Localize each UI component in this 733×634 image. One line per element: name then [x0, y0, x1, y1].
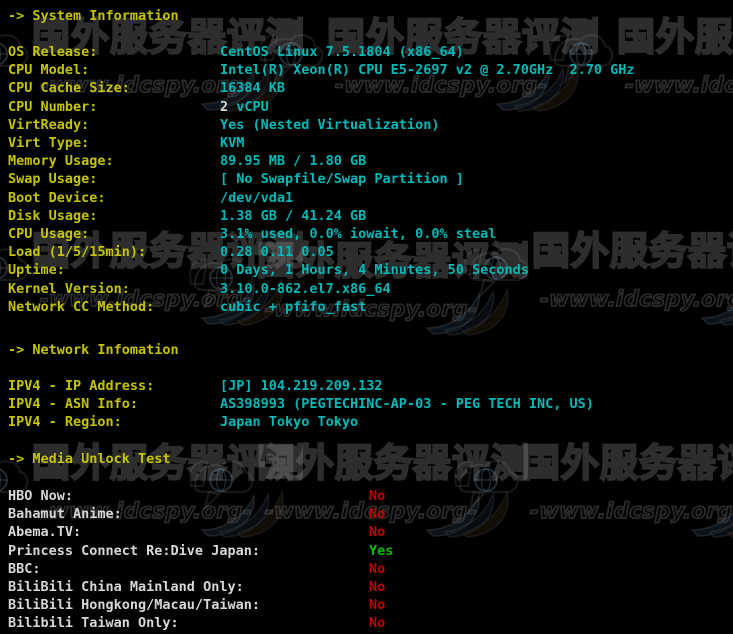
system-row-value: 16384 KB — [220, 80, 286, 97]
network-row-label: IPV4 - ASN Info: — [8, 396, 139, 413]
system-row-value: 0.28 0.11 0.05 — [220, 244, 334, 261]
system-row-value: CentOS Linux 7.5.1804 (x86_64) — [220, 44, 464, 60]
system-row-label: Memory Usage: — [8, 153, 114, 170]
media-row-status: No — [369, 597, 386, 614]
system-row-value: 89.95 MB / 1.80 GB — [220, 153, 367, 170]
system-row-label: Load (1/5/15min): — [8, 244, 147, 261]
section-header-network: -> Network Infomation — [8, 342, 179, 358]
system-row-label: OS Release: — [8, 44, 98, 60]
media-row-status: No — [369, 506, 386, 523]
system-row-label: Virt Type: — [8, 135, 90, 151]
system-row-label: Swap Usage: — [8, 171, 98, 188]
system-row-value: 2 vCPU — [220, 98, 269, 115]
media-row-label: Abema.TV: — [8, 524, 82, 541]
system-row-value: cubic + pfifo_fast — [220, 298, 367, 315]
media-row-label: BiliBili China Mainland Only: — [8, 579, 244, 595]
media-row-label: BBC: — [8, 560, 41, 577]
system-row-label: Disk Usage: — [8, 207, 98, 224]
system-row-label: VirtReady: — [8, 116, 90, 133]
system-row-label: Uptime: — [8, 262, 65, 279]
system-row-value-unit: vCPU — [236, 98, 269, 115]
media-row-status: No — [369, 615, 386, 632]
network-row-value: [JP] 104.219.209.132 — [220, 378, 383, 394]
system-row-label: CPU Model: — [8, 62, 90, 79]
network-row-value: AS398993 (PEGTECHINC-AP-03 - PEG TECH IN… — [220, 396, 594, 413]
media-row-label: HBO Now: — [8, 488, 74, 504]
system-row-label: CPU Cache Size: — [8, 80, 130, 97]
media-row-status: No — [369, 488, 386, 504]
terminal-window[interactable]: 国外服务器评测 -www.idcspy.org- 国外服务器评测 -www.idcsp… — [0, 0, 733, 634]
media-row-status: No — [369, 560, 386, 577]
system-row-label: Network CC Method: — [8, 298, 155, 315]
media-row-status: No — [369, 579, 386, 595]
system-row-value: 3.1% used, 0.0% iowait, 0.0% steal — [220, 226, 497, 242]
terminal-content: -> System Information OS Release: CentOS L… — [0, 0, 733, 634]
system-row-value: Yes (Nested Virtualization) — [220, 116, 440, 133]
network-row-label: IPV4 - IP Address: — [8, 378, 155, 394]
media-row-label: Bilibili Taiwan Only: — [8, 615, 179, 632]
system-row-label: Boot Device: — [8, 189, 106, 206]
system-row-value: 3.10.0-862.el7.x86_64 — [220, 280, 391, 297]
section-header-system: -> System Information — [8, 8, 179, 24]
system-row-label: Kernel Version: — [8, 280, 130, 297]
media-row-label: Princess Connect Re:Dive Japan: — [8, 542, 260, 559]
system-row-value: KVM — [220, 135, 245, 151]
system-row-label: CPU Usage: — [8, 226, 90, 242]
system-row-value: /dev/vda1 — [220, 189, 294, 206]
network-row-value: Japan Tokyo Tokyo — [220, 414, 359, 431]
media-row-status: No — [369, 524, 386, 541]
system-row-value: Intel(R) Xeon(R) CPU E5-2697 v2 @ 2.70GH… — [220, 62, 635, 79]
system-row-value: [ No Swapfile/Swap Partition ] — [220, 171, 464, 188]
media-row-label: BiliBili Hongkong/Macau/Taiwan: — [8, 597, 260, 614]
system-row-label: CPU Number: — [8, 98, 98, 115]
system-row-value: 1.38 GB / 41.24 GB — [220, 207, 367, 224]
system-row-value: 0 Days, 1 Hours, 4 Minutes, 50 Seconds — [220, 262, 529, 279]
network-row-label: IPV4 - Region: — [8, 414, 122, 431]
media-row-status: Yes — [369, 542, 394, 559]
section-header-media: -> Media Unlock Test — [8, 451, 171, 467]
media-row-label: Bahamut Anime: — [8, 506, 122, 523]
